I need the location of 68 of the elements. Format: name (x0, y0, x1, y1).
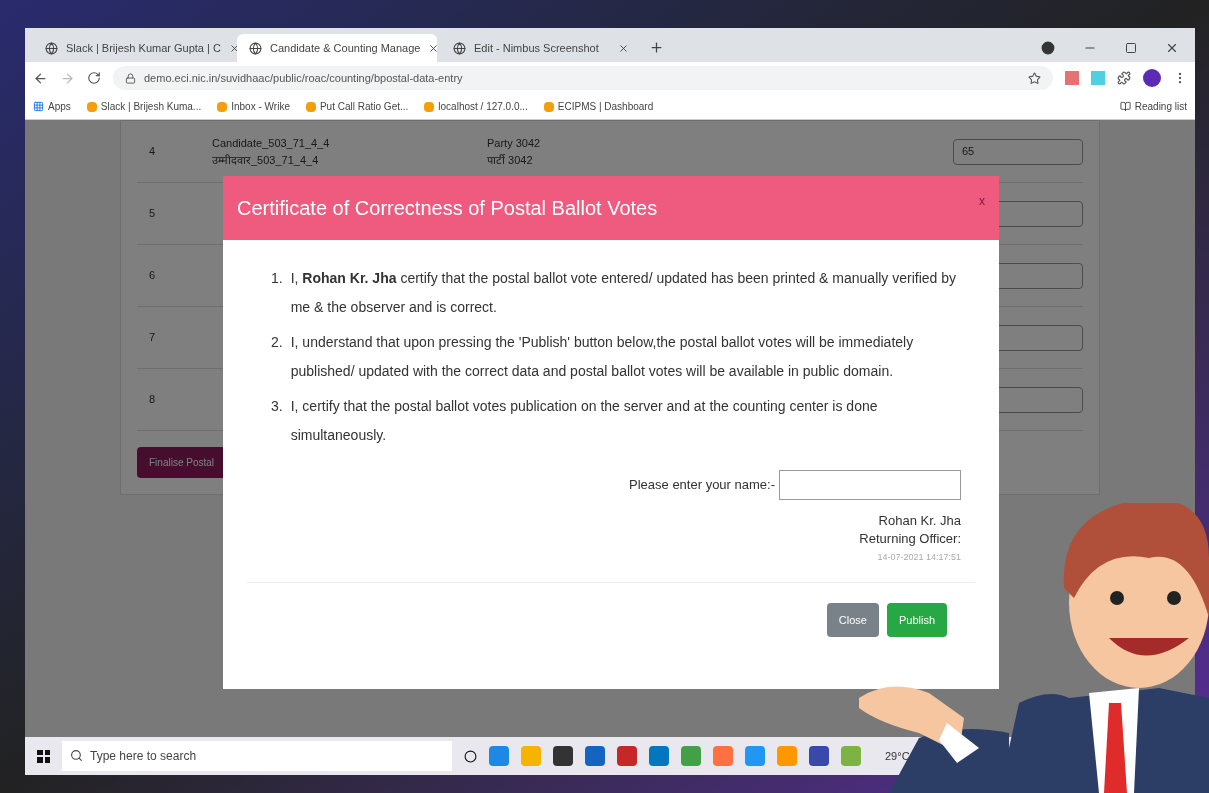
close-button[interactable]: Close (826, 603, 879, 637)
tab-title: Edit - Nimbus Screenshot (474, 40, 600, 56)
app-icon[interactable] (553, 746, 573, 766)
reading-list-button[interactable]: Reading list (1119, 99, 1187, 114)
apps-icon (33, 101, 44, 112)
app-icon[interactable] (585, 746, 605, 766)
row-number: 4 (148, 144, 157, 160)
row-number: 5 (148, 206, 157, 222)
name-input[interactable] (779, 470, 961, 500)
close-icon[interactable] (428, 42, 440, 54)
search-icon (70, 749, 83, 762)
globe-icon (453, 41, 466, 55)
site-icon (217, 101, 228, 112)
candidate-name: Candidate_503_71_4_4 (212, 136, 331, 151)
profile-icon[interactable] (1041, 41, 1055, 55)
cortana-icon[interactable] (464, 749, 477, 763)
list-number: 1. (271, 269, 283, 288)
certificate-statement: I, Rohan Kr. Jha certify that the postal ballot vote entered/ updated has been printed & manually verified by me & the observer and is correct. (290, 269, 958, 317)
modal-title: Certificate of Correctness of Postal Ballot Votes (237, 196, 658, 221)
url-text: demo.eci.nic.in/suvidhaac/public/roac/counting/bpostal-data-entry (144, 70, 463, 86)
windows-start-icon[interactable] (37, 749, 50, 763)
browser-tab[interactable]: Candidate & Counting Manage (237, 34, 437, 62)
reload-icon[interactable] (87, 71, 101, 85)
bookmark-link[interactable]: ECIPMS | Dashboard (543, 99, 654, 114)
candidate-name-hindi: उम्मीदवार_503_71_4_4 (212, 152, 320, 168)
bookmark-link[interactable]: Inbox - Wrike (217, 99, 290, 114)
app-icon[interactable] (649, 746, 669, 766)
puzzle-icon[interactable] (1117, 71, 1131, 85)
weather-text: 29°C (885, 748, 910, 764)
new-tab-icon[interactable] (649, 40, 664, 55)
avatar-icon[interactable] (1143, 69, 1161, 87)
list-number: 2. (271, 333, 283, 352)
certificate-statement: I, certify that the postal ballot votes publication on the server and at the counting center is done simultaneously. (290, 397, 879, 445)
officer-name: Rohan Kr. Jha (878, 512, 961, 530)
name-label: Please enter your name:- (629, 476, 775, 495)
row-number: 8 (148, 392, 157, 408)
globe-icon (45, 41, 58, 55)
party-name: Party 3042 (487, 136, 542, 151)
site-icon (305, 101, 316, 112)
maximize-icon[interactable] (1125, 42, 1137, 54)
certificate-statement: I, understand that upon pressing the 'Publish' button below,the postal ballot votes will be immediately published/ updated with the correct data and postal ballot votes will be available in public domain. (290, 333, 915, 381)
tab-title: Candidate & Counting Manage (270, 40, 421, 56)
site-icon (424, 101, 435, 112)
timestamp: 14-07-2021 14:17:51 (877, 551, 961, 564)
tab-title: Slack | Brijesh Kumar Gupta | C (66, 40, 221, 56)
site-icon (543, 101, 554, 112)
votes-input[interactable]: 65 (953, 138, 1083, 165)
app-icon[interactable] (809, 746, 829, 766)
address-bar[interactable]: demo.eci.nic.in/suvidhaac/public/roac/counting/bpostal-data-entry (113, 66, 1053, 90)
bookmark-link[interactable]: Slack | Brijesh Kuma... (86, 99, 202, 114)
site-icon (86, 101, 97, 112)
app-icon[interactable] (617, 746, 637, 766)
back-icon[interactable] (33, 70, 48, 86)
bookmark-link[interactable]: Apps (33, 99, 71, 114)
lock-icon (125, 72, 136, 84)
list-number: 3. (271, 397, 283, 416)
row-number: 6 (148, 268, 157, 284)
book-icon (1119, 101, 1131, 112)
close-icon[interactable] (1165, 41, 1179, 55)
row-number: 7 (148, 330, 157, 346)
party-name-hindi: पार्टी 3042 (487, 152, 534, 168)
globe-icon (249, 41, 262, 55)
officer-role: Returning Officer: (859, 530, 961, 548)
bookmark-link[interactable]: localhost / 127.0.0... (424, 99, 528, 114)
taskbar-search-field[interactable]: Type here to search (62, 741, 452, 771)
close-icon[interactable] (618, 42, 629, 54)
star-icon[interactable] (1028, 71, 1041, 85)
bookmark-link[interactable]: Put Call Ratio Get... (305, 99, 409, 114)
